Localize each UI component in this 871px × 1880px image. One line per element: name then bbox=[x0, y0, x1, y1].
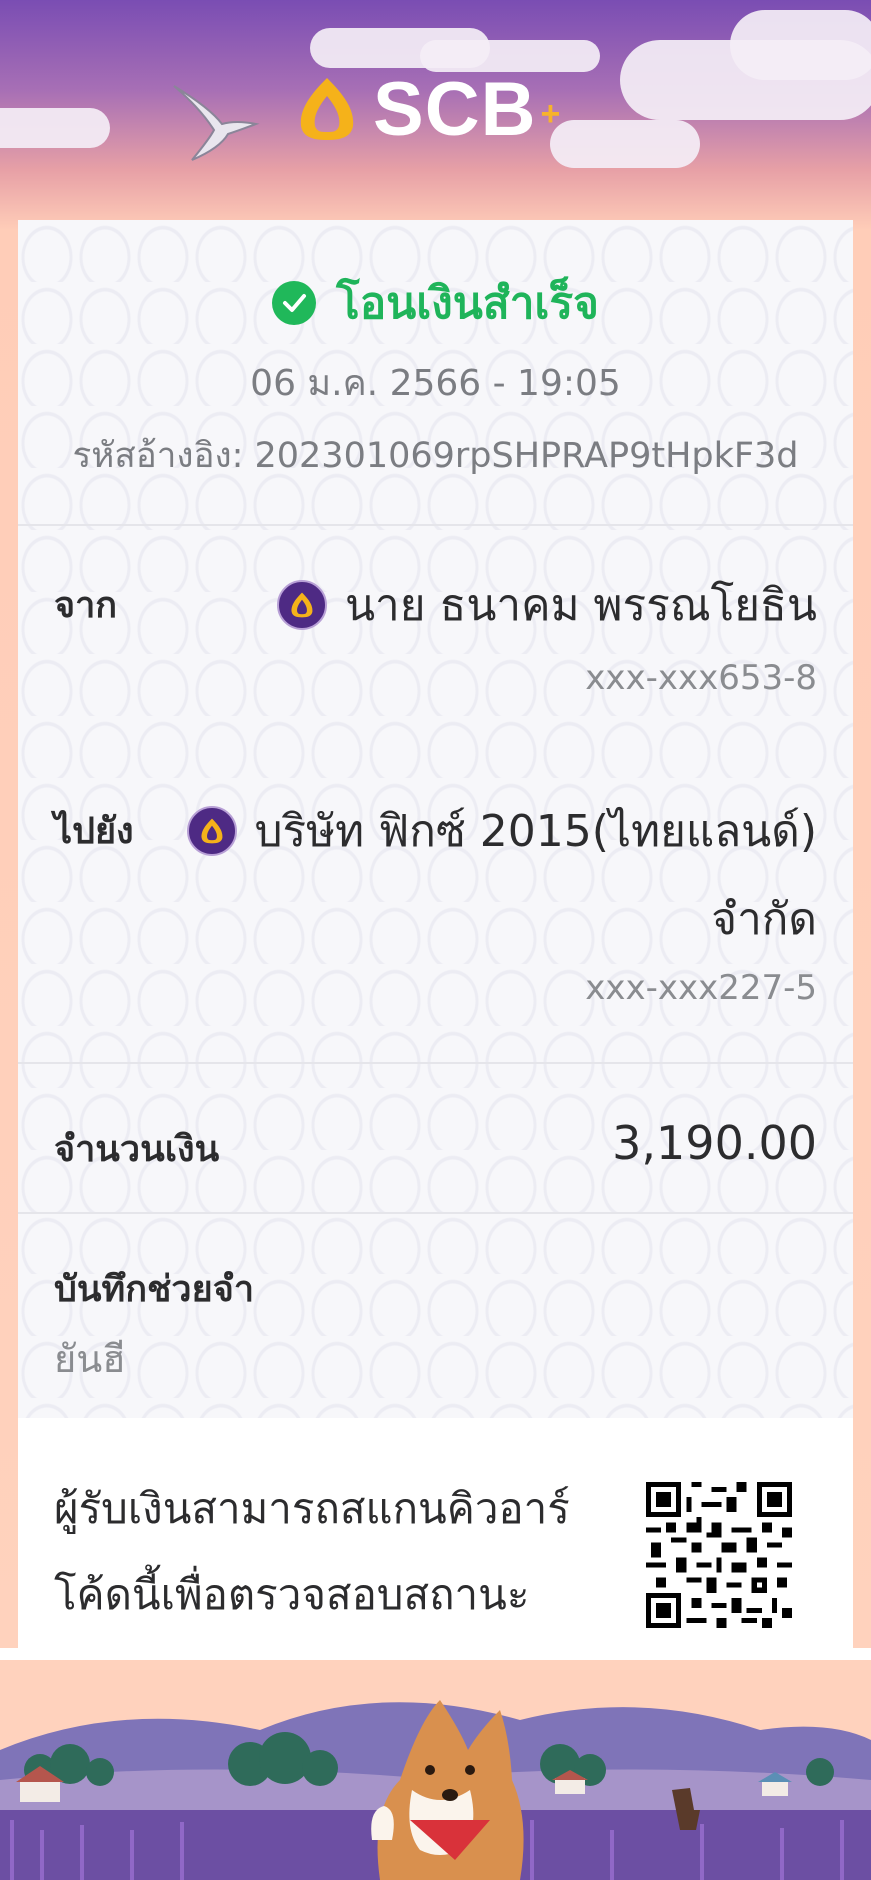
memo-label: บันทึกช่วยจำ bbox=[54, 1269, 255, 1310]
cloud-decoration bbox=[730, 10, 871, 80]
transfer-status: โอนเงินสำเร็จ bbox=[18, 268, 853, 338]
memo-value: ยันฮี bbox=[54, 1337, 126, 1381]
scb-logo: SCB + bbox=[295, 64, 560, 154]
transfer-datetime: 06 ม.ค. 2566 - 19:05 bbox=[250, 363, 621, 404]
divider bbox=[18, 1212, 853, 1214]
scb-bank-icon bbox=[276, 580, 327, 630]
scb-logo-icon bbox=[300, 78, 354, 140]
reference-code: รหัสอ้างอิง: 202301069rpSHPRAP9tHpkF3d bbox=[72, 436, 799, 476]
to-name-line1: บริษัท ฟิกซ์ 2015(ไทยแลนด์) bbox=[254, 806, 817, 857]
to-account-name: บริษัท ฟิกซ์ 2015(ไทยแลนด์) bbox=[186, 796, 817, 866]
status-text: โอนเงินสำเร็จ bbox=[336, 278, 599, 329]
from-account-number: xxx-xxx653-8 bbox=[585, 658, 817, 698]
to-name-line2: จำกัด bbox=[711, 894, 817, 945]
to-account-number: xxx-xxx227-5 bbox=[585, 968, 817, 1008]
amount-label: จำนวนเงิน bbox=[54, 1129, 220, 1170]
to-label: ไปยัง bbox=[54, 811, 134, 852]
footer-scenery bbox=[0, 1660, 871, 1880]
from-account-name: นาย ธนาคม พรรณโยธิน bbox=[276, 570, 817, 640]
cloud-decoration bbox=[550, 120, 700, 168]
qr-instruction-line1: ผู้รับเงินสามารถสแกนคิวอาร์ bbox=[54, 1484, 570, 1533]
from-name: นาย ธนาคม พรรณโยธิน bbox=[344, 580, 817, 631]
to-name-line2-row: จำกัด bbox=[711, 884, 817, 954]
divider bbox=[18, 524, 853, 526]
cloud-decoration bbox=[0, 108, 110, 148]
scb-bank-icon bbox=[186, 806, 237, 856]
brand-plus: + bbox=[540, 94, 561, 133]
transfer-receipt-card: โอนเงินสำเร็จ 06 ม.ค. 2566 - 19:05 รหัสอ… bbox=[18, 220, 853, 1670]
check-circle-icon bbox=[272, 281, 317, 325]
from-label: จาก bbox=[54, 585, 118, 626]
brand-name: SCB bbox=[373, 66, 537, 152]
amount-value: 3,190.00 bbox=[612, 1116, 817, 1170]
qr-code-icon[interactable] bbox=[646, 1482, 792, 1628]
receipt-header: SCB + bbox=[0, 0, 871, 220]
divider bbox=[18, 1062, 853, 1064]
bird-icon bbox=[173, 85, 260, 161]
